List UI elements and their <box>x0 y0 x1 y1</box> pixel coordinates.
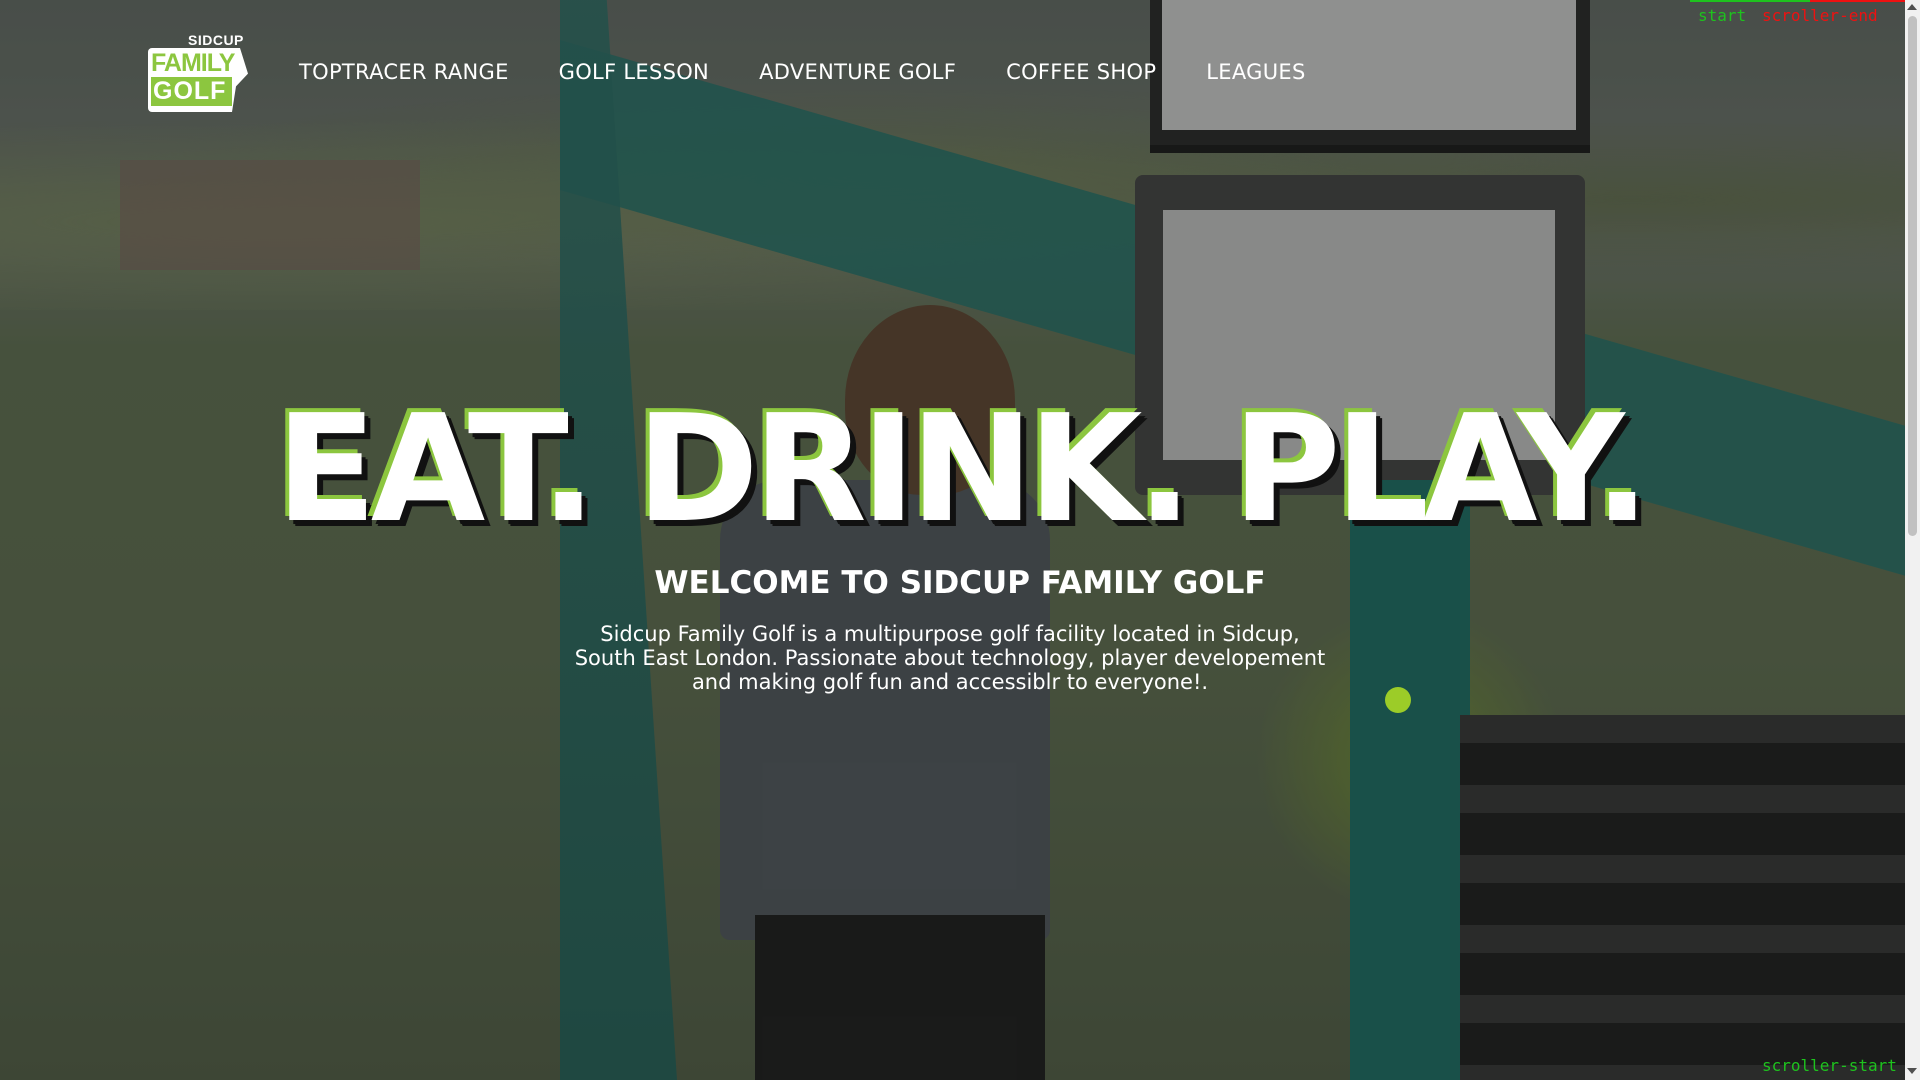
main-nav: TOPTRACER RANGE GOLF LESSON ADVENTURE GO… <box>299 60 1306 84</box>
logo-line-1: FAMILY <box>151 49 235 77</box>
scroller-start-line <box>1690 0 1810 2</box>
scroll-down-arrow-icon[interactable] <box>1907 1068 1917 1074</box>
scroll-thumb[interactable] <box>1908 16 1917 536</box>
logo-small-text: SIDCUP <box>188 32 244 48</box>
site-logo[interactable]: SIDCUP FAMILY GOLF <box>148 32 252 112</box>
debug-start-marker: start <box>1698 6 1747 25</box>
nav-item-toptracer-range[interactable]: TOPTRACER RANGE <box>299 60 509 84</box>
hero-title: EAT. DRINK. PLAY. <box>275 383 1651 555</box>
nav-item-adventure-golf[interactable]: ADVENTURE GOLF <box>759 60 956 84</box>
debug-scroller-end-marker: scroller-end <box>1762 6 1878 25</box>
hero-description: Sidcup Family Golf is a multipurpose gol… <box>574 622 1326 694</box>
nav-item-coffee-shop[interactable]: COFFEE SHOP <box>1006 60 1156 84</box>
hero-subtitle: WELCOME TO SIDCUP FAMILY GOLF <box>654 565 1266 601</box>
vertical-scrollbar[interactable] <box>1905 0 1920 1080</box>
debug-scroller-start-marker: scroller-start <box>1762 1056 1897 1075</box>
scroller-end-line <box>1810 0 1905 2</box>
logo-line-2: GOLF <box>151 77 233 106</box>
nav-item-golf-lesson[interactable]: GOLF LESSON <box>559 60 709 84</box>
nav-item-leagues[interactable]: LEAGUES <box>1206 60 1305 84</box>
green-cursor-dot <box>1385 687 1411 713</box>
scroll-up-arrow-icon[interactable] <box>1907 4 1917 10</box>
site-header: SIDCUP FAMILY GOLF TOPTRACER RANGE GOLF … <box>0 0 1920 130</box>
